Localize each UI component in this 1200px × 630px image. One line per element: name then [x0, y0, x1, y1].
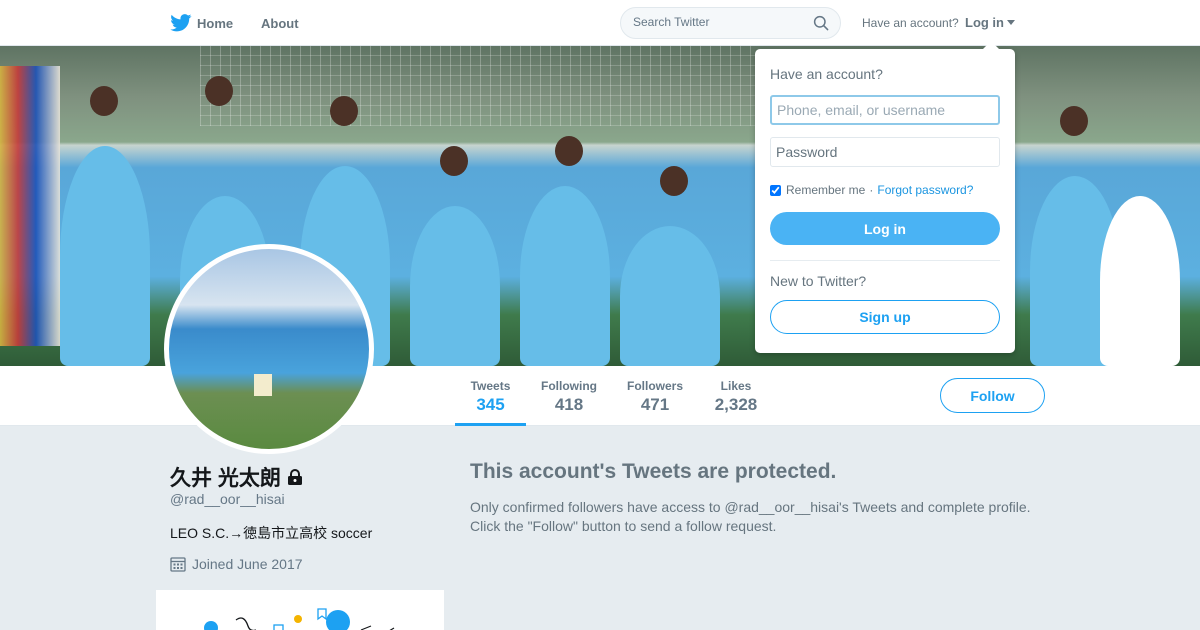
stat-label: Following [541, 379, 597, 393]
banner-player [520, 186, 610, 366]
have-account-text: Have an account? [862, 16, 959, 30]
remember-me: Remember me · Forgot password? [770, 183, 973, 197]
profile-name: 久井 光太朗 [170, 462, 304, 492]
banner-player [60, 146, 150, 366]
protected-line-1: Only confirmed followers have access to … [470, 499, 1031, 515]
banner-goal-net [200, 46, 760, 126]
stat-label: Tweets [470, 379, 511, 393]
profile-joined: Joined June 2017 [170, 556, 303, 572]
banner-head [330, 96, 358, 126]
remember-me-label: Remember me [786, 183, 866, 197]
login-menu-toggle[interactable]: Log in [965, 15, 1015, 30]
protected-line-2: Click the "Follow" button to send a foll… [470, 518, 777, 534]
profile-avatar[interactable] [164, 244, 374, 454]
login-menu-label: Log in [965, 15, 1004, 30]
search-input[interactable] [633, 15, 803, 29]
stat-value: 471 [640, 395, 670, 414]
banner-head [1060, 106, 1088, 136]
search-icon[interactable] [813, 15, 829, 31]
stat-tweets[interactable]: Tweets 345 [455, 366, 526, 426]
banner-head [555, 136, 583, 166]
banner-head [660, 166, 688, 196]
lock-icon [287, 469, 302, 485]
protected-description: Only confirmed followers have access to … [470, 498, 1070, 536]
banner-player [1100, 196, 1180, 366]
profile-bio: LEO S.C.→徳島市立高校 soccer [170, 525, 373, 541]
sidebar-card [156, 590, 444, 630]
search-box [620, 7, 841, 39]
nav-home-link[interactable]: Home [170, 0, 233, 46]
banner-player [620, 226, 720, 366]
stat-following[interactable]: Following 418 [534, 366, 604, 426]
stat-label: Likes [720, 379, 752, 393]
follow-button[interactable]: Follow [940, 378, 1045, 413]
banner-head [90, 86, 118, 116]
calendar-icon [170, 557, 186, 572]
stat-followers[interactable]: Followers 471 [620, 366, 690, 426]
dropdown-divider [770, 260, 1000, 261]
stat-label: Followers [626, 379, 683, 393]
remember-me-checkbox[interactable] [770, 184, 781, 196]
username-field[interactable] [770, 95, 1000, 125]
login-heading: Have an account? [770, 66, 883, 82]
login-dropdown: Have an account? Remember me · Forgot pa… [755, 41, 1015, 353]
password-field[interactable] [770, 137, 1000, 167]
link-separator: · [869, 183, 874, 197]
banner-flag [0, 66, 60, 346]
banner-player [410, 206, 500, 366]
nav-about-link[interactable]: About [261, 0, 299, 46]
forgot-password-link[interactable]: Forgot password? [877, 183, 973, 197]
new-to-twitter-text: New to Twitter? [770, 273, 867, 289]
stat-value: 418 [554, 395, 584, 414]
joined-date: Joined June 2017 [192, 556, 303, 572]
caret-down-icon [1007, 20, 1015, 25]
stat-likes[interactable]: Likes 2,328 [706, 366, 766, 426]
login-button[interactable]: Log in [770, 212, 1000, 245]
avatar-certificate [254, 374, 272, 396]
banner-head [440, 146, 468, 176]
stat-value: 345 [476, 395, 505, 414]
card-illustration [204, 608, 395, 630]
stat-value: 2,328 [714, 395, 758, 414]
profile-name-text: 久井 光太朗 [170, 467, 281, 490]
banner-head [205, 76, 233, 106]
profile-handle[interactable]: @rad__oor__hisai [170, 491, 285, 507]
protected-title: This account's Tweets are protected. [470, 460, 837, 483]
signup-button[interactable]: Sign up [770, 300, 1000, 334]
top-nav: Home About Have an account? Log in [0, 0, 1200, 46]
